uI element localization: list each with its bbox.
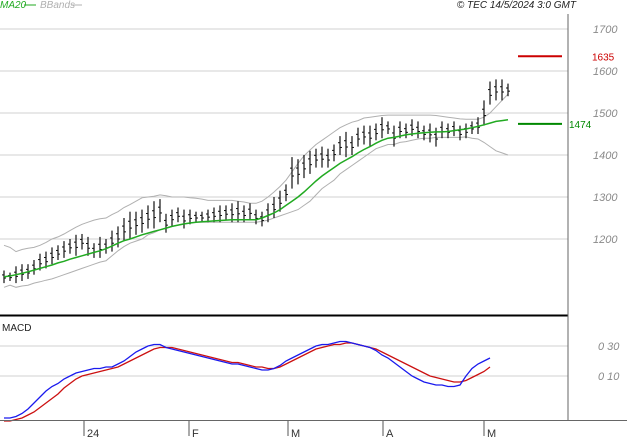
x-tick-label: M (487, 428, 496, 440)
grid-lines: 1200 1300 1400 1500 1600 1700 0 10 0 30 (0, 24, 620, 383)
y-tick-label: 1400 (593, 150, 618, 162)
macd-signal-line (4, 342, 491, 422)
price-panel (2, 55, 562, 288)
chart-stage: 1200 1300 1400 1500 1600 1700 0 10 0 30 24 F M A M … (0, 0, 627, 440)
y-tick-label: 1700 (593, 24, 618, 36)
chart-canvas: 1200130014001500160017000 100 30 24 F M A M … (0, 0, 627, 440)
legend-bbands: BBands (40, 0, 75, 11)
x-tick-label: F (192, 428, 199, 440)
resistance-label: 1635 (592, 52, 615, 63)
macd-line (4, 340, 491, 419)
y-tick-label: 1600 (593, 66, 618, 78)
x-tick-label: A (386, 428, 394, 440)
x-tick-label: 24 (87, 428, 99, 440)
source-timestamp: © TEC 14/5/2024 3:0 GMT (457, 0, 577, 11)
macd-title: MACD (2, 323, 31, 334)
macd-y-tick-label: 0 30 (598, 341, 620, 353)
x-tick-label: M (291, 428, 300, 440)
chart-text: MA20 BBands © TEC 14/5/2024 3:0 GMT MACD… (0, 0, 615, 334)
ma20-line (3, 118, 509, 278)
legend-ma20: MA20 (0, 0, 27, 11)
macd-panel (4, 340, 491, 422)
bband-upper-line (3, 93, 509, 253)
macd-y-tick-label: 0 10 (598, 371, 620, 383)
y-tick-label: 1200 (593, 234, 618, 246)
y-tick-label: 1500 (593, 108, 618, 120)
support-label: 1474 (569, 120, 592, 131)
y-tick-label: 1300 (593, 192, 618, 204)
